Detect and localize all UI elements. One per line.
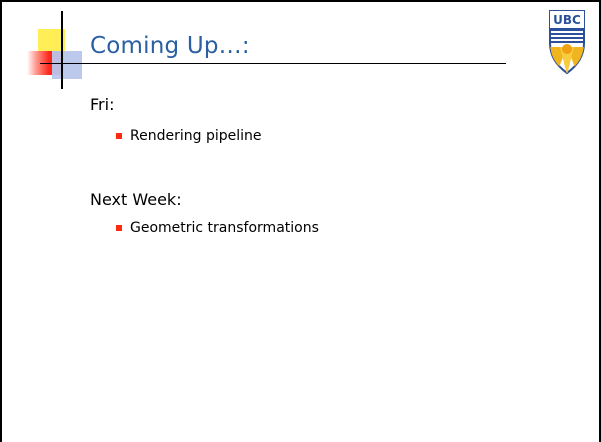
- bullet-text: Geometric transformations: [130, 220, 319, 236]
- bullet-text: Rendering pipeline: [130, 128, 262, 144]
- bullet-icon: [116, 133, 122, 139]
- slide-border-top: [0, 0, 601, 2]
- ubc-logo-icon: UBC: [549, 10, 585, 75]
- slide-border-left: [0, 0, 2, 442]
- title-underline: [40, 63, 506, 64]
- bullet-icon: [116, 225, 122, 231]
- section-heading-next-week: Next Week:: [90, 190, 182, 209]
- ubc-logo-text: UBC: [553, 13, 581, 27]
- slide-title: Coming Up…:: [90, 33, 250, 59]
- decorative-vertical-line: [61, 11, 63, 89]
- list-item: Rendering pipeline: [116, 128, 261, 144]
- section-heading-fri: Fri:: [90, 95, 115, 114]
- decorative-blue-square: [52, 51, 82, 79]
- slide: Coming Up…: UBC Fri: Rendering pipeline …: [0, 0, 601, 442]
- list-item: Geometric transformations: [116, 220, 319, 236]
